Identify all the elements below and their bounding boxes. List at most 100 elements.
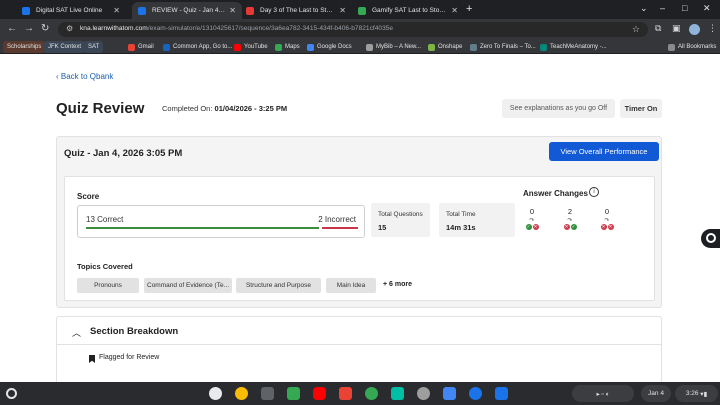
tab-day-3[interactable]: Day 3 of The Last to Stop Studi ✕: [240, 2, 352, 19]
bookmark-youtube[interactable]: YouTube: [234, 41, 268, 53]
all-bookmarks[interactable]: All Bookmarks: [668, 41, 716, 53]
photos-app-icon[interactable]: [417, 387, 430, 400]
bookmark-sat[interactable]: SAT: [84, 41, 104, 53]
bookmark-mybib[interactable]: MyBib – A New...: [366, 41, 421, 53]
close-tab-icon[interactable]: ✕: [451, 6, 458, 15]
bookmark-gmail[interactable]: Gmail: [128, 41, 154, 53]
tab-groups-icon[interactable]: ▣: [672, 23, 681, 34]
youtube-icon: [234, 43, 241, 51]
more-topics-link[interactable]: + 6 more: [383, 281, 412, 288]
bookmark-zero-to-finals[interactable]: Zero To Finals – To...: [470, 41, 536, 53]
docs-icon: [307, 43, 314, 51]
view-overall-performance-button[interactable]: View Overall Performance: [549, 142, 659, 161]
maps-app-icon[interactable]: [365, 387, 378, 400]
incorrect-bar: [322, 227, 358, 229]
close-window-icon[interactable]: ✕: [703, 3, 711, 14]
reload-icon[interactable]: ↻: [41, 22, 49, 36]
cross-icon: ✕: [607, 224, 614, 230]
folder-icon: [668, 43, 675, 51]
youtube-favicon-icon: [246, 6, 254, 15]
common-app-icon: [163, 43, 170, 51]
flagged-for-review-label[interactable]: Flagged for Review: [99, 354, 159, 361]
explanations-toggle-button[interactable]: See explanations as you go Off: [502, 99, 615, 118]
tab-strip: Digital SAT Live Online ✕ REVIEW - Quiz …: [0, 0, 720, 19]
menu-kebab-icon[interactable]: ⋮: [708, 23, 717, 34]
docs-app-icon[interactable]: [443, 387, 456, 400]
cross-icon: ✕: [532, 224, 539, 230]
sheets-favicon-icon: [358, 6, 366, 15]
chrome-app-icon[interactable]: [235, 387, 248, 400]
tab-quiz-review[interactable]: REVIEW - Quiz - Jan 4, 2026 3:0 ✕: [132, 2, 242, 19]
gmail-app-icon[interactable]: [339, 387, 352, 400]
bookmark-common-app[interactable]: Common App, Go to...: [163, 41, 232, 53]
browser-toolbar: ← → ↻ ⚙ kna.learnwithatom.com/exam-simul…: [0, 19, 720, 40]
section-breakdown-card: ︿ Section Breakdown Flagged for Review: [56, 316, 662, 382]
tab-search-chevron-icon[interactable]: ⌄: [640, 3, 648, 14]
back-arrow-icon[interactable]: ←: [7, 22, 17, 36]
close-tab-icon[interactable]: ✕: [339, 6, 346, 15]
bookmark-scholarships[interactable]: Scholarships: [3, 41, 46, 53]
quiz-stats-panel: Score 13 Correct 2 Incorrect Total Quest…: [64, 176, 655, 301]
cast-app-icon[interactable]: [261, 387, 274, 400]
address-bar[interactable]: ⚙ kna.learnwithatom.com/exam-simulator/e…: [58, 22, 648, 37]
change-arrow-icon: ↷: [567, 218, 573, 224]
notification-tray[interactable]: ▸ ▫ ◐: [572, 385, 634, 402]
bookmarks-bar: Scholarships JFK Context SAT Gmail Commo…: [0, 40, 720, 54]
zero-to-finals-icon: [470, 43, 477, 51]
completed-on: Completed On: 01/04/2026 - 3:25 PM: [162, 104, 288, 113]
profile-avatar[interactable]: [689, 24, 700, 35]
files-app-icon[interactable]: [495, 387, 508, 400]
check-icon: ✓: [525, 224, 532, 230]
mybib-icon: [366, 43, 373, 51]
atom-favicon-icon: [138, 6, 146, 15]
tab-gamify-sat[interactable]: Gamify SAT Last to Stop Study! ✕: [352, 2, 464, 19]
forward-arrow-icon[interactable]: →: [24, 22, 34, 36]
score-box: 13 Correct 2 Incorrect: [77, 205, 365, 238]
page-content: ‹ Back to Qbank Quiz Review Completed On…: [0, 55, 720, 382]
youtube-app-icon[interactable]: [313, 387, 326, 400]
topic-pill: Pronouns: [77, 278, 139, 293]
section-breakdown-title[interactable]: Section Breakdown: [90, 326, 178, 337]
gemini-app-icon[interactable]: [209, 387, 222, 400]
change-arrow-icon: ↷: [529, 218, 535, 224]
bookmark-jfk-context[interactable]: JFK Context: [44, 41, 86, 53]
messages-app-icon[interactable]: [469, 387, 482, 400]
site-info-icon[interactable]: ⚙: [66, 24, 73, 33]
minimize-icon[interactable]: –: [660, 3, 665, 13]
back-to-qbank-link[interactable]: ‹ Back to Qbank: [56, 72, 113, 81]
info-icon[interactable]: i: [589, 187, 599, 197]
side-panel-toggle[interactable]: [701, 229, 720, 248]
timer-toggle-button[interactable]: Timer On: [620, 99, 662, 118]
apps-grid-icon[interactable]: [287, 387, 300, 400]
clock: 3:26: [685, 390, 699, 397]
play-store-icon[interactable]: [391, 387, 404, 400]
new-tab-plus-icon[interactable]: +: [466, 3, 472, 15]
quiz-name: Quiz - Jan 4, 2026 3:05 PM: [64, 148, 183, 159]
cross-icon: ✕: [563, 224, 570, 230]
date-button[interactable]: Jan 4: [641, 385, 671, 402]
maximize-icon[interactable]: □: [682, 3, 687, 13]
launcher-icon[interactable]: [6, 388, 17, 399]
bookmark-onshape[interactable]: Onshape: [428, 41, 462, 53]
tab-digital-sat[interactable]: Digital SAT Live Online ✕: [16, 2, 126, 19]
total-questions-value: 15: [378, 223, 387, 232]
gmail-icon: [128, 43, 135, 51]
close-tab-icon[interactable]: ✕: [113, 6, 120, 15]
target-icon: [706, 233, 716, 243]
bookmark-google-docs[interactable]: Google Docs: [307, 41, 352, 53]
total-time-box: Total Time 14m 31s: [439, 203, 515, 237]
extensions-icon[interactable]: ⧉: [655, 23, 661, 34]
teachmeanatomy-icon: [540, 43, 547, 51]
bookmark-teachmeanatomy[interactable]: TeachMeAnatomy -...: [540, 41, 607, 53]
answer-changes-label: Answer Changes: [523, 189, 588, 198]
close-tab-icon[interactable]: ✕: [229, 6, 236, 15]
bookmark-star-icon[interactable]: ☆: [632, 24, 640, 35]
topic-pill: Main Idea: [326, 278, 376, 293]
status-area[interactable]: 3:26 ▾▮: [675, 385, 718, 402]
url-text: kna.learnwithatom.com/exam-simulator/e/1…: [80, 25, 394, 32]
divider: [57, 344, 661, 345]
bookmark-maps[interactable]: Maps: [275, 41, 300, 53]
chevron-up-icon[interactable]: ︿: [72, 326, 81, 339]
score-label: Score: [77, 192, 100, 201]
answer-change-correct-to-incorrect: 0 ↷ ✓ ✕: [522, 207, 542, 230]
